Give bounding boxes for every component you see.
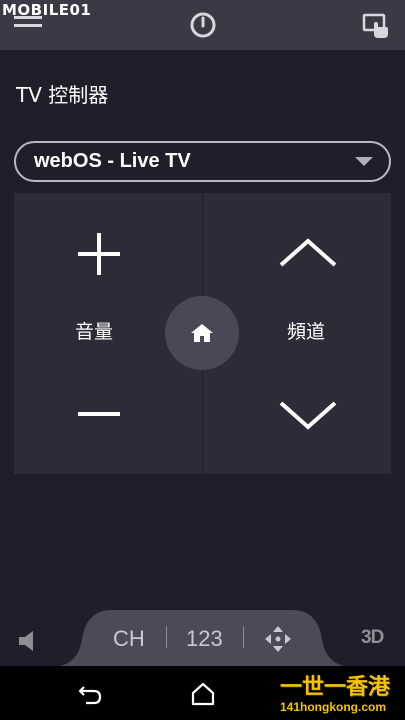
3d-button[interactable]: 3D bbox=[361, 627, 384, 649]
home-icon bbox=[191, 324, 213, 342]
channel-label: 頻道 bbox=[287, 321, 326, 343]
source-select-value: webOS - Live TV bbox=[34, 150, 191, 172]
volume-down-button[interactable] bbox=[78, 404, 120, 424]
home-button[interactable] bbox=[165, 296, 239, 370]
tab-number-pad[interactable]: 123 bbox=[186, 626, 223, 652]
channel-down-button[interactable] bbox=[278, 398, 338, 432]
tab-channel[interactable]: CH bbox=[113, 626, 145, 652]
power-icon[interactable] bbox=[189, 11, 217, 39]
corner-watermark: 一世一香港 141hongkong.com bbox=[280, 676, 400, 718]
move-icon[interactable] bbox=[264, 625, 292, 653]
channel-up-button[interactable] bbox=[278, 236, 338, 270]
screen-touch-icon[interactable] bbox=[362, 12, 390, 40]
tv-remote-screen: MOBILE01 TV 控制器 webOS - Live TV 音量 頻道 CH… bbox=[0, 0, 405, 720]
volume-up-button[interactable] bbox=[78, 233, 120, 275]
chevron-down-icon bbox=[279, 401, 337, 430]
plus-icon bbox=[78, 233, 120, 275]
dropdown-caret-icon bbox=[355, 157, 373, 166]
chevron-up-icon bbox=[279, 238, 337, 267]
volume-label: 音量 bbox=[75, 321, 114, 343]
back-icon[interactable] bbox=[78, 683, 102, 705]
page-title: TV 控制器 bbox=[16, 83, 109, 107]
hamburger-icon[interactable] bbox=[14, 16, 42, 36]
source-select[interactable]: webOS - Live TV bbox=[14, 141, 391, 182]
minus-icon bbox=[78, 412, 120, 416]
speaker-icon[interactable] bbox=[17, 630, 41, 652]
corner-watermark-url: 141hongkong.com bbox=[280, 700, 387, 714]
corner-watermark-title: 一世一香港 bbox=[280, 675, 391, 700]
tab-separator bbox=[166, 626, 167, 648]
home-nav-icon[interactable] bbox=[191, 682, 215, 706]
tab-separator bbox=[243, 626, 244, 648]
